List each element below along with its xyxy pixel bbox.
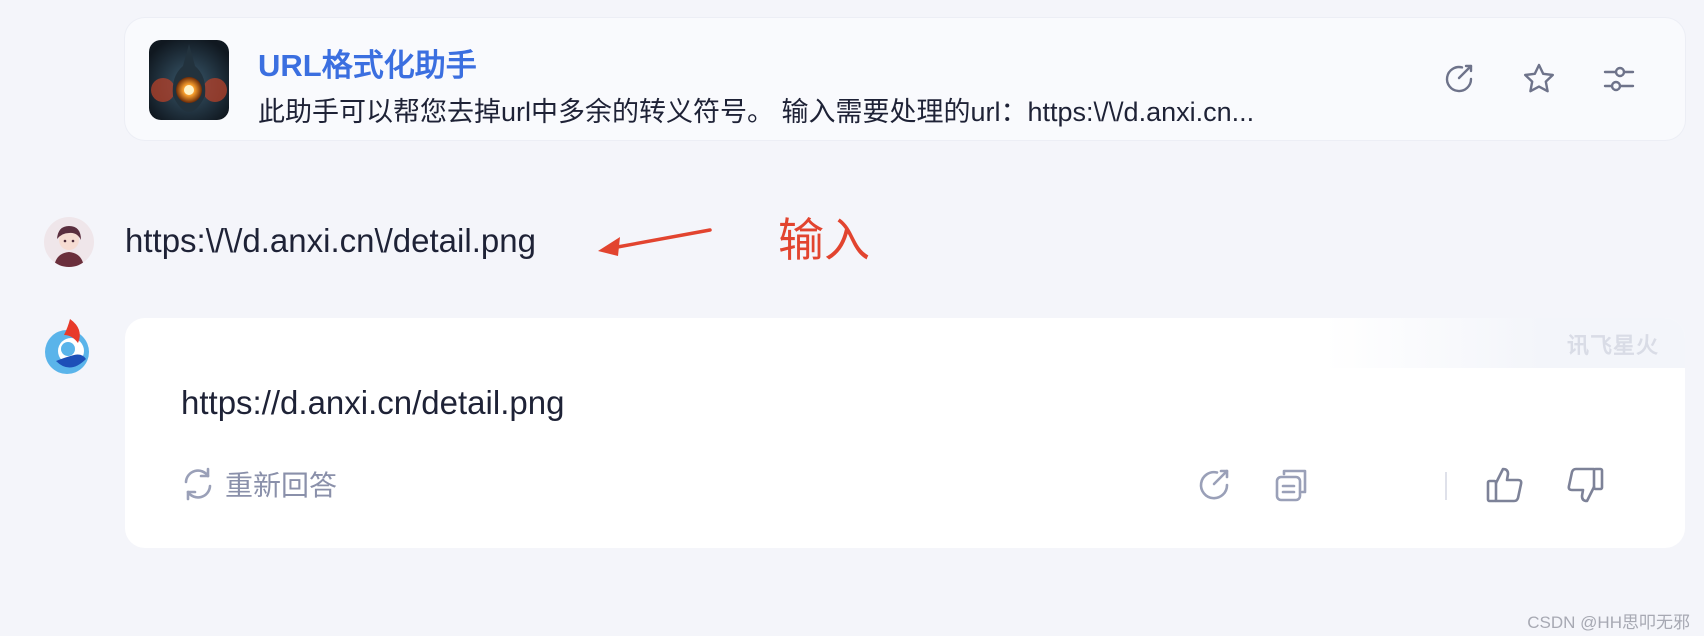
share-icon[interactable] [1436,56,1482,102]
user-avatar [44,217,94,267]
settings-sliders-icon[interactable] [1596,56,1642,102]
annotation-label: 输入 [778,214,870,266]
watermark: 讯飞星火 [1566,333,1659,358]
refresh-icon [179,465,217,503]
assistant-title: URL格式化助手 [258,48,477,83]
thumbs-up-icon[interactable] [1482,462,1528,508]
footer-credit: CSDN @HH思叩无邪 [1527,613,1690,632]
assistant-description: 此助手可以帮您去掉url中多余的转义符号。 输入需要处理的url：https:\… [258,97,1255,127]
regenerate-label: 重新回答 [225,470,338,501]
share-icon[interactable] [1191,462,1237,508]
answer-text: https://d.anxi.cn/detail.png [181,384,565,421]
answer-card: 讯飞星火 https://d.anxi.cn/detail.png 重新回答 [125,318,1685,548]
copy-icon[interactable] [1268,462,1314,508]
regenerate-button[interactable]: 重新回答 [179,464,337,504]
user-message: https:\/\/d.anxi.cn\/detail.png [125,222,536,259]
assistant-card: URL格式化助手 此助手可以帮您去掉url中多余的转义符号。 输入需要处理的ur… [125,18,1685,140]
assistant-avatar [149,40,229,120]
star-icon[interactable] [1516,56,1562,102]
thumbs-down-icon[interactable] [1562,462,1608,508]
action-divider [1445,472,1447,500]
annotation-arrow [598,228,712,256]
spark-logo-icon [42,317,96,377]
